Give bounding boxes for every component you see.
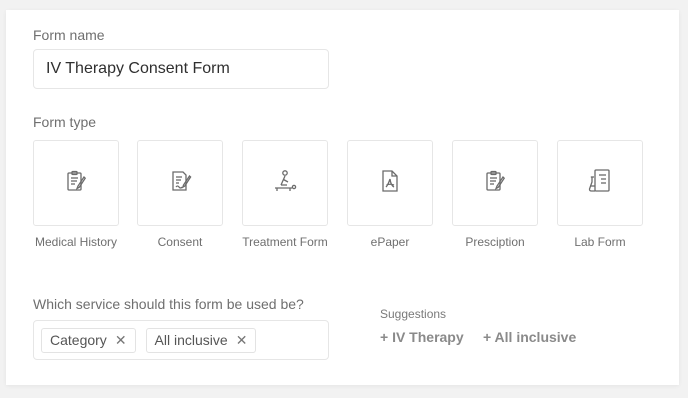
tag-chip-category: Category ✕: [41, 327, 136, 353]
tile-label: Presciption: [465, 235, 525, 249]
tile-label: Medical History: [34, 235, 118, 249]
tile-box[interactable]: [557, 140, 643, 226]
suggestions-title: Suggestions: [380, 307, 447, 321]
clipboard-pen-icon: [64, 169, 88, 198]
form-name-input[interactable]: IV Therapy Consent Form: [33, 49, 329, 89]
remove-tag-icon[interactable]: ✕: [115, 332, 127, 349]
form-type-epaper[interactable]: ePaper: [347, 140, 433, 250]
tile-label: ePaper: [370, 235, 410, 249]
tag-label: All inclusive: [154, 332, 228, 348]
tile-box[interactable]: [33, 140, 119, 226]
suggestion-all-inclusive[interactable]: + All inclusive: [483, 329, 576, 345]
tile-label: Consent: [157, 235, 203, 249]
pdf-file-icon: [379, 169, 401, 198]
clipboard-pen-icon: [483, 169, 507, 198]
form-name-label: Form name: [33, 27, 105, 43]
tile-label: Lab Form: [574, 235, 626, 249]
document-pen-icon: [168, 169, 192, 198]
tile-box[interactable]: [137, 140, 223, 226]
form-type-label: Form type: [33, 114, 97, 130]
tile-box[interactable]: [347, 140, 433, 226]
form-type-consent[interactable]: Consent: [137, 140, 223, 250]
form-type-medical-history[interactable]: Medical History: [33, 140, 119, 250]
form-card: Form name IV Therapy Consent Form Form t…: [6, 10, 679, 385]
suggestion-iv-therapy[interactable]: + IV Therapy: [380, 329, 464, 345]
form-type-treatment-form[interactable]: Treatment Form: [242, 140, 328, 250]
service-label: Which service should this form be used b…: [33, 296, 304, 312]
tag-chip-all-inclusive: All inclusive ✕: [145, 327, 257, 353]
lab-flask-icon: [587, 168, 613, 199]
service-tag-input[interactable]: Category ✕ All inclusive ✕: [33, 320, 329, 360]
treatment-person-icon: [272, 168, 298, 199]
tile-box[interactable]: [452, 140, 538, 226]
form-name-value: IV Therapy Consent Form: [46, 60, 230, 77]
tile-box[interactable]: [242, 140, 328, 226]
tag-label: Category: [50, 332, 107, 348]
form-type-presciption[interactable]: Presciption: [452, 140, 538, 250]
remove-tag-icon[interactable]: ✕: [236, 332, 248, 349]
tile-label: Treatment Form: [242, 235, 328, 249]
form-type-lab-form[interactable]: Lab Form: [557, 140, 643, 250]
